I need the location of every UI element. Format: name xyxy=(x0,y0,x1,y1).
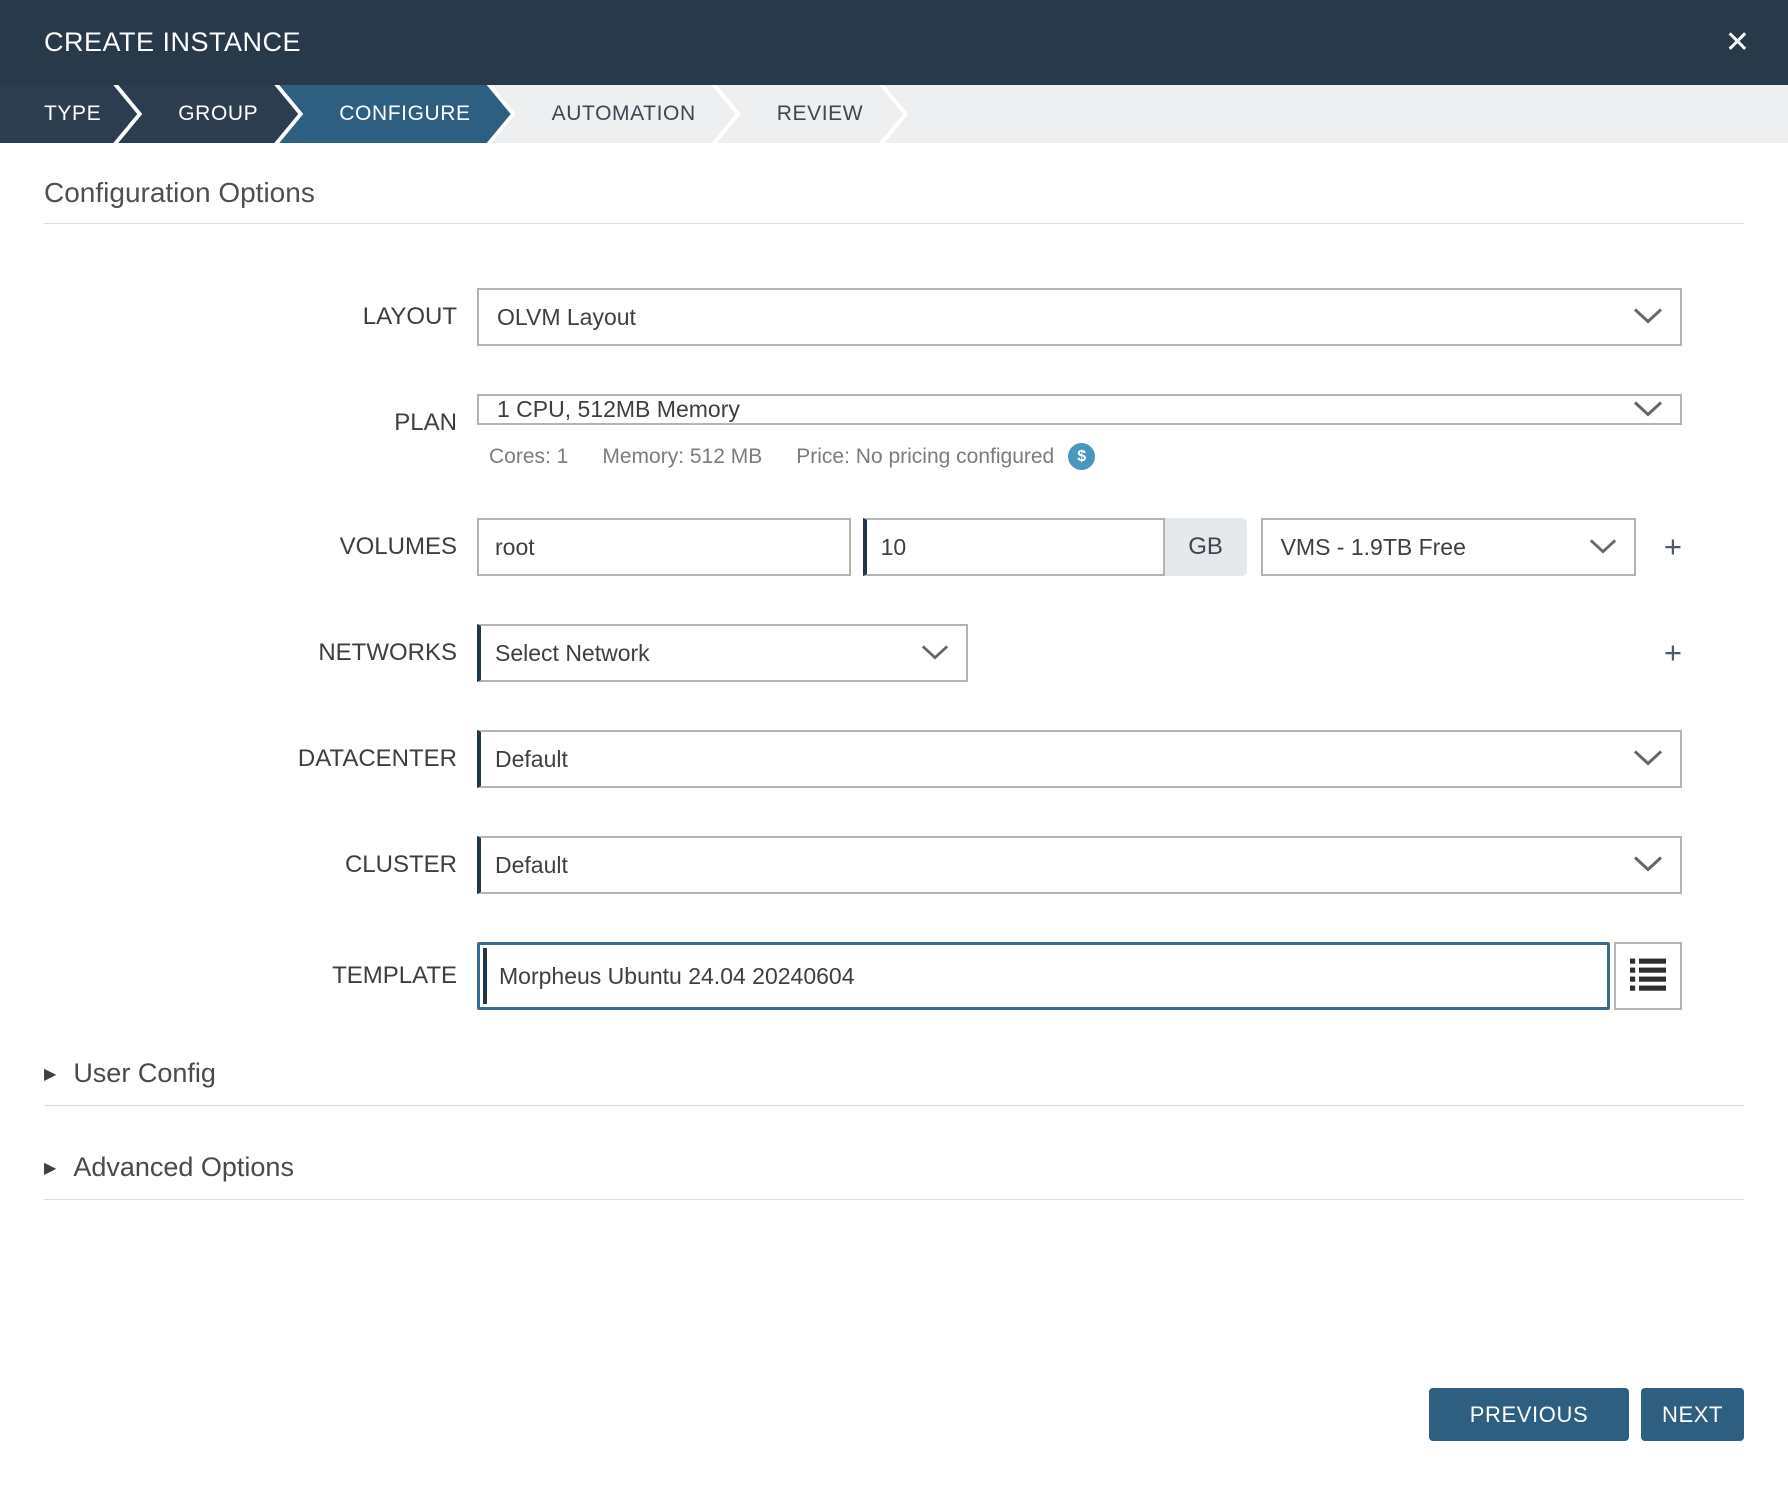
wizard-step-label: CONFIGURE xyxy=(339,102,470,126)
chevron-down-icon xyxy=(1632,746,1664,773)
page-title: Configuration Options xyxy=(44,177,1744,224)
caret-right-icon: ▶ xyxy=(44,1064,56,1084)
add-volume-button[interactable]: + xyxy=(1664,518,1682,576)
previous-button[interactable]: PREVIOUS xyxy=(1429,1388,1629,1441)
next-button[interactable]: NEXT xyxy=(1641,1388,1744,1441)
network-select-value: Select Network xyxy=(495,640,650,667)
modal-header: CREATE INSTANCE ✕ xyxy=(0,0,1788,85)
datacenter-row: DATACENTER Default xyxy=(44,730,1744,788)
plan-select[interactable]: 1 CPU, 512MB Memory xyxy=(477,394,1682,425)
datacenter-label: DATACENTER xyxy=(44,730,477,788)
template-row: TEMPLATE xyxy=(44,942,1744,1010)
wizard-step-configure[interactable]: CONFIGURE xyxy=(279,85,510,143)
chevron-down-icon xyxy=(920,640,950,667)
volume-datastore-select[interactable]: VMS - 1.9TB Free xyxy=(1261,518,1636,576)
caret-right-icon: ▶ xyxy=(44,1158,56,1178)
layout-select[interactable]: OLVM Layout xyxy=(477,288,1682,346)
layout-label: LAYOUT xyxy=(44,288,477,346)
volume-datastore-value: VMS - 1.9TB Free xyxy=(1281,534,1466,561)
plan-stats: Cores: 1 Memory: 512 MB Price: No pricin… xyxy=(477,443,1682,470)
wizard-step-label: REVIEW xyxy=(777,102,863,126)
chevron-down-icon xyxy=(1632,852,1664,879)
user-config-section-toggle[interactable]: ▶ User Config xyxy=(44,1058,1744,1106)
template-input[interactable] xyxy=(483,948,1604,1004)
plan-cores: Cores: 1 xyxy=(489,445,568,469)
datacenter-select-value: Default xyxy=(495,746,568,773)
networks-row: NETWORKS Select Network + xyxy=(44,624,1744,682)
volume-size-input[interactable] xyxy=(863,518,1165,576)
wizard-steps: TYPE GROUP CONFIGURE AUTOMATION REVIEW xyxy=(0,85,1788,143)
cluster-row: CLUSTER Default xyxy=(44,836,1744,894)
user-config-section-label: User Config xyxy=(73,1058,216,1089)
template-browse-button[interactable] xyxy=(1614,942,1682,1010)
chevron-down-icon xyxy=(1632,304,1664,331)
plan-row: PLAN 1 CPU, 512MB Memory Cores: 1 Memory… xyxy=(44,394,1744,470)
wizard-bar-filler xyxy=(884,85,1788,143)
plan-memory: Memory: 512 MB xyxy=(602,445,762,469)
list-icon xyxy=(1630,957,1666,996)
wizard-step-label: GROUP xyxy=(178,102,258,126)
footer-actions: PREVIOUS NEXT xyxy=(1429,1388,1744,1441)
advanced-options-section-label: Advanced Options xyxy=(73,1152,294,1183)
chevron-down-icon xyxy=(1632,396,1664,423)
datacenter-select[interactable]: Default xyxy=(477,730,1682,788)
network-select[interactable]: Select Network xyxy=(477,624,968,682)
networks-label: NETWORKS xyxy=(44,624,477,682)
wizard-step-label: TYPE xyxy=(44,102,101,126)
cluster-label: CLUSTER xyxy=(44,836,477,894)
add-network-button[interactable]: + xyxy=(1664,624,1682,682)
wizard-step-automation[interactable]: AUTOMATION xyxy=(492,85,736,143)
volume-name-input[interactable] xyxy=(477,518,851,576)
wizard-step-type[interactable]: TYPE xyxy=(0,85,137,143)
layout-select-value: OLVM Layout xyxy=(497,304,636,331)
wizard-step-label: AUTOMATION xyxy=(552,102,696,126)
volumes-row: VOLUMES GB VMS - 1.9TB Free + xyxy=(44,518,1744,576)
wizard-step-group[interactable]: GROUP xyxy=(118,85,298,143)
modal-title: CREATE INSTANCE xyxy=(44,27,301,58)
template-input-wrap xyxy=(477,942,1610,1010)
close-icon[interactable]: ✕ xyxy=(1725,28,1750,58)
plan-label: PLAN xyxy=(44,394,477,452)
cluster-select-value: Default xyxy=(495,852,568,879)
plan-select-value: 1 CPU, 512MB Memory xyxy=(497,396,740,423)
template-label: TEMPLATE xyxy=(44,942,477,1010)
wizard-step-review[interactable]: REVIEW xyxy=(717,85,903,143)
plan-price: Price: No pricing configured xyxy=(796,445,1054,469)
volume-size-unit: GB xyxy=(1165,518,1247,576)
pricing-dollar-icon[interactable]: $ xyxy=(1068,443,1095,470)
volumes-label: VOLUMES xyxy=(44,518,477,576)
layout-row: LAYOUT OLVM Layout xyxy=(44,288,1744,346)
advanced-options-section-toggle[interactable]: ▶ Advanced Options xyxy=(44,1152,1744,1200)
chevron-down-icon xyxy=(1588,534,1618,561)
cluster-select[interactable]: Default xyxy=(477,836,1682,894)
